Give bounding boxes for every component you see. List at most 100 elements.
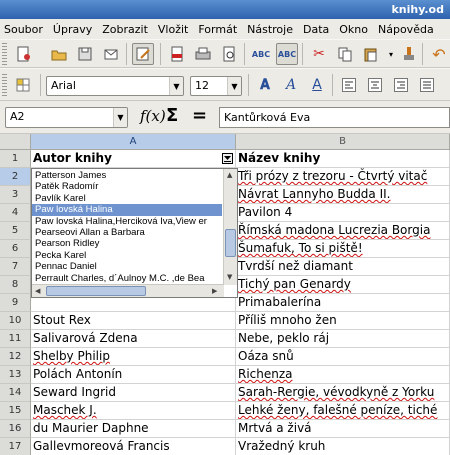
chevron-down-icon[interactable]: ▼ [113,108,127,127]
print-preview-icon[interactable] [218,43,240,65]
row-header[interactable]: 5 [0,222,31,240]
menu-upravy[interactable]: Úpravy [53,23,92,36]
menu-format[interactable]: Formát [198,23,237,36]
header-cell-author[interactable]: Autor knihy [31,150,236,168]
scroll-left-icon[interactable]: ◀ [35,287,40,295]
toolbar-grip[interactable] [2,74,7,96]
select-all-corner[interactable] [0,134,31,150]
menu-data[interactable]: Data [303,23,329,36]
row-header[interactable]: 10 [0,312,31,330]
dropdown-vertical-scrollbar[interactable]: ▲ ▼ [223,169,237,285]
name-box[interactable]: A2 ▼ [5,107,128,128]
autofilter-button[interactable] [222,153,233,164]
menu-okno[interactable]: Okno [339,23,368,36]
cell-title[interactable]: Nebe, peklo ráj [236,330,450,348]
formula-input[interactable]: Kantůrková Eva [219,107,450,128]
spellcheck-icon[interactable]: ABC [250,43,272,65]
cell-title[interactable]: Návrat Lannyho Budda II. [236,186,450,204]
paste-icon[interactable] [360,43,382,65]
autofilter-list-item[interactable]: Pennac Daniel [32,261,222,273]
bold-icon[interactable]: 𝐀 [254,74,276,96]
scroll-thumb[interactable] [225,229,236,257]
edit-mode-icon[interactable] [132,43,154,65]
autofilter-list-item[interactable]: Pavlík Karel [32,193,222,205]
font-name-combo[interactable]: Arial ▼ [46,76,184,96]
cell-title[interactable]: Římská madona Lucrezia Borgia [236,222,450,240]
align-left-icon[interactable] [338,74,360,96]
column-header-b[interactable]: B [236,134,450,150]
sum-icon[interactable]: Σ [166,105,178,126]
scroll-thumb[interactable] [46,286,146,296]
open-icon[interactable] [48,43,70,65]
cut-icon[interactable]: ✂ [308,43,330,65]
cell-title[interactable]: Oáza snů [236,348,450,366]
underline-icon[interactable]: A [306,74,328,96]
new-document-icon[interactable] [12,43,34,65]
row-header[interactable]: 14 [0,384,31,402]
cell-author[interactable]: du Maurier Daphne [31,420,236,438]
dropdown-horizontal-scrollbar[interactable]: ◀ ▶ [32,284,224,297]
align-center-icon[interactable] [364,74,386,96]
menu-napoveda[interactable]: Nápověda [378,23,434,36]
justify-icon[interactable] [416,74,438,96]
save-icon[interactable] [74,43,96,65]
cell-title[interactable]: Tichý pan Genardy [236,276,450,294]
autofilter-list-item[interactable]: Paw lovská Halina,Herciková Iva,View er [32,216,222,228]
print-icon[interactable] [192,43,214,65]
email-icon[interactable] [100,43,122,65]
clone-formatting-icon[interactable] [398,43,420,65]
cell-author[interactable]: Salivarová Zdena [31,330,236,348]
row-header[interactable]: 11 [0,330,31,348]
cell-author[interactable]: Gallevmoreová Francis [31,438,236,455]
scroll-up-icon[interactable]: ▲ [227,171,232,179]
scroll-down-icon[interactable]: ▼ [227,273,232,281]
cell-title[interactable]: Vražedný kruh [236,438,450,455]
header-cell-title[interactable]: Název knihy [236,150,450,168]
row-header[interactable]: 13 [0,366,31,384]
cell-title[interactable]: Primabalerína [236,294,450,312]
row-header[interactable]: 6 [0,240,31,258]
autofilter-list-item[interactable]: Paw lovská Halina [32,204,222,217]
menu-vlozit[interactable]: Vložit [158,23,188,36]
row-header[interactable]: 16 [0,420,31,438]
cell-title[interactable]: Sarah-Rergie, vévodkyně z Yorku [236,384,450,402]
toolbar-grip[interactable] [2,43,7,65]
cell-author[interactable]: Seward Ingrid [31,384,236,402]
cell-title[interactable]: Lehké ženy, falešné peníze, tiché [236,402,450,420]
cell-author[interactable]: Shelby Philip [31,348,236,366]
column-header-a[interactable]: A [31,134,236,150]
cell-title[interactable]: Příliš mnoho žen [236,312,450,330]
auto-spellcheck-icon[interactable]: ABC [276,43,298,65]
autofilter-list-item[interactable]: Pearson Ridley [32,238,222,250]
autofilter-list-item[interactable]: Patterson James [32,170,222,182]
autofilter-list-item[interactable]: Perrault Charles, d´Aulnoy M.C. ,de Bea [32,273,222,285]
cell-title[interactable]: Tři prózy z trezoru - Čtvrtý vitač [236,168,450,186]
menu-nastroje[interactable]: Nástroje [247,23,293,36]
row-header[interactable]: 12 [0,348,31,366]
row-header[interactable]: 8 [0,276,31,294]
cell-title[interactable]: Mrtvá a živá [236,420,450,438]
row-header[interactable]: 17 [0,438,31,455]
row-header[interactable]: 4 [0,204,31,222]
cell-author[interactable]: Polách Antonín [31,366,236,384]
function-wizard-icon[interactable]: f(x) [140,107,166,125]
row-header[interactable]: 1 [0,150,31,168]
styles-formatting-icon[interactable] [12,74,34,96]
export-pdf-icon[interactable] [166,43,188,65]
font-size-combo[interactable]: 12 ▼ [190,76,242,96]
autofilter-list-item[interactable]: Pecka Karel [32,250,222,262]
function-icon[interactable]: = [192,105,207,126]
row-header[interactable]: 3 [0,186,31,204]
cell-title[interactable]: Pavilon 4 [236,204,450,222]
row-header[interactable]: 9 [0,294,31,312]
cell-author[interactable]: Maschek J. [31,402,236,420]
cell-title[interactable]: Richenza [236,366,450,384]
chevron-down-icon[interactable]: ▼ [227,77,241,95]
menu-soubor[interactable]: Soubor [4,23,43,36]
menu-zobrazit[interactable]: Zobrazit [102,23,148,36]
italic-icon[interactable]: A [280,74,302,96]
cell-title[interactable]: Tvrdší než diamant [236,258,450,276]
row-header[interactable]: 2 [0,168,31,186]
autofilter-dropdown[interactable]: Patterson James Patěk Radomír Pavlík Karel… [31,168,238,298]
align-right-icon[interactable] [390,74,412,96]
